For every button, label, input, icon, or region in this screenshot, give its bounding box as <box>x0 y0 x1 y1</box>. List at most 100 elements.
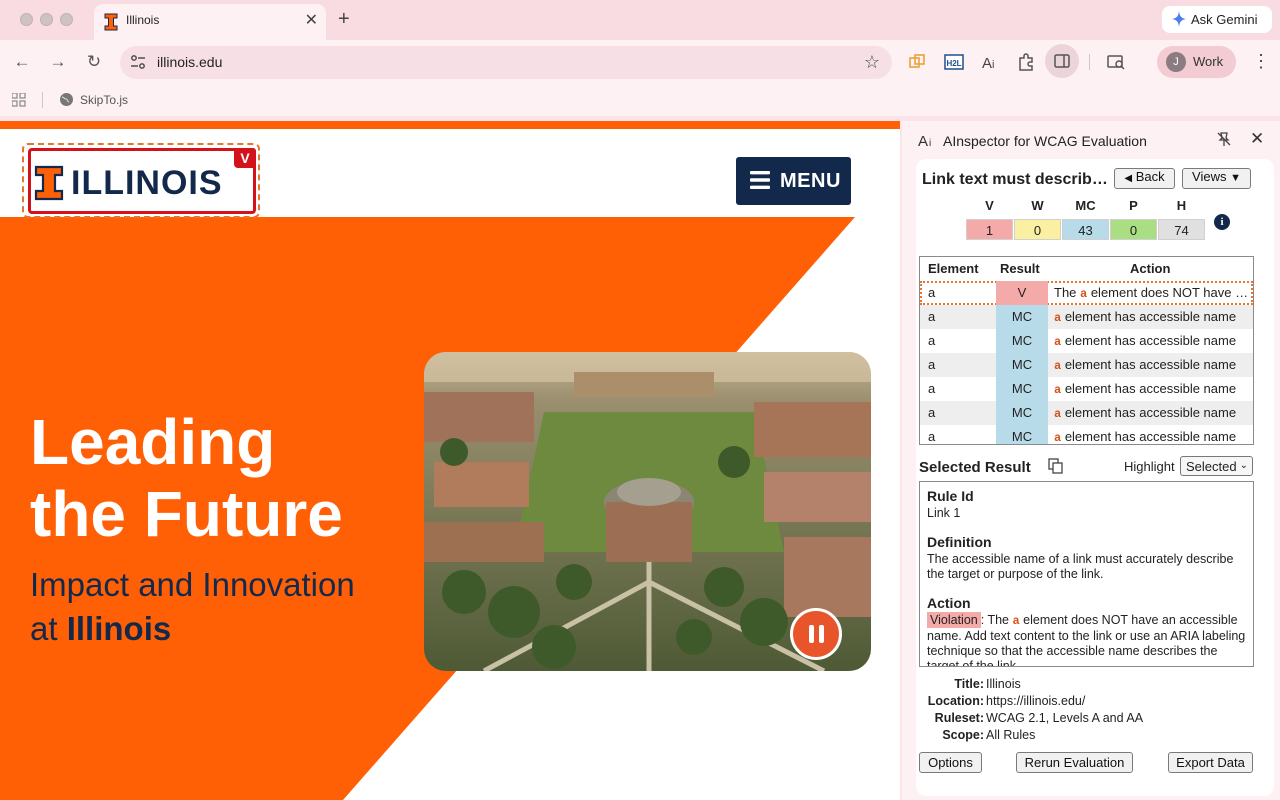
browser-tab[interactable]: Illinois ✕ <box>94 4 326 40</box>
row-action: a element has accessible name <box>1054 381 1237 397</box>
more-menu-icon[interactable]: ⋮ <box>1252 52 1270 70</box>
rule-title: Link text must describ… <box>922 171 1108 188</box>
row-action: a element has accessible name <box>1054 357 1237 373</box>
rule-results-grid: Element Result Action a V The a element do… <box>919 256 1254 445</box>
table-row[interactable]: a MC a element has accessible name <box>920 425 1253 445</box>
bookmarks-bar: SkipTo.js <box>0 84 1280 116</box>
bookmark-star-icon[interactable]: ☆ <box>864 52 880 73</box>
globe-icon <box>60 93 73 106</box>
browser-toolbar: ← → ↻ illinois.edu ☆ H2L Ai J Work ⋮ <box>0 40 1280 84</box>
side-panel-header: Ai AInspector for WCAG Evaluation ✕ <box>902 121 1280 157</box>
side-panel-title: AInspector for WCAG Evaluation <box>943 133 1147 149</box>
side-panel-button[interactable] <box>1045 44 1079 78</box>
extension-overlap-icon[interactable] <box>907 52 927 72</box>
block-i-logo-icon <box>34 165 64 201</box>
svg-text:H2L: H2L <box>946 59 961 68</box>
side-panel-icon <box>1054 54 1070 68</box>
profile-name: Work <box>1193 54 1224 69</box>
row-action: The a element does NOT have an accessibl… <box>1054 285 1250 301</box>
bookmarks-divider <box>42 92 43 108</box>
illinois-favicon-icon <box>104 13 118 31</box>
info-icon[interactable]: i <box>1214 214 1230 230</box>
row-action: a element has accessible name <box>1054 429 1237 445</box>
row-action: a element has accessible name <box>1054 309 1237 325</box>
svg-text:i: i <box>929 138 931 149</box>
row-element: a <box>928 285 936 300</box>
violation-badge: V <box>234 148 256 168</box>
action-column-header[interactable]: Action <box>1130 261 1170 276</box>
table-row[interactable]: a MC a element has accessible name <box>920 401 1253 425</box>
tab-title: Illinois <box>126 13 160 27</box>
views-button[interactable]: Views ▼ <box>1182 168 1251 189</box>
row-element: a <box>928 357 936 372</box>
tab-search-icon[interactable] <box>1106 52 1126 72</box>
result-details: Rule Id Link 1 Definition The accessible… <box>919 481 1254 667</box>
menu-label: MENU <box>780 170 841 192</box>
close-tab-icon[interactable]: ✕ <box>305 12 318 30</box>
pause-video-button[interactable] <box>790 608 842 660</box>
ask-gemini-button[interactable]: Ask Gemini <box>1162 6 1272 33</box>
illinois-logo-link[interactable]: ILLINOIS V <box>28 148 256 214</box>
summary-h: H 74 <box>1158 197 1205 240</box>
row-element: a <box>928 309 936 324</box>
table-row[interactable]: a MC a element has accessible name <box>920 329 1253 353</box>
svg-text:i: i <box>992 59 994 71</box>
extension-ainspector-icon[interactable]: Ai <box>980 52 1000 72</box>
row-result: MC <box>996 305 1048 329</box>
row-result: MC <box>996 401 1048 425</box>
table-row[interactable]: a MC a element has accessible name <box>920 377 1253 401</box>
site-menu-button[interactable]: MENU <box>736 157 851 205</box>
apps-grid-icon[interactable] <box>12 93 26 107</box>
new-tab-icon[interactable]: + <box>338 8 350 30</box>
window-minimize-control[interactable] <box>40 13 53 26</box>
svg-text:A: A <box>918 133 928 149</box>
result-column-header[interactable]: Result <box>1000 261 1040 276</box>
grid-header: Element Result Action <box>920 257 1253 281</box>
site-header: ILLINOIS V MENU <box>0 129 900 218</box>
definition-text: The accessible name of a link must accur… <box>927 552 1234 581</box>
options-button[interactable]: Options <box>919 752 982 773</box>
back-button[interactable]: ◀ Back <box>1114 168 1175 189</box>
highlight-select[interactable]: Selected ⌄ <box>1180 456 1253 476</box>
url-text[interactable]: illinois.edu <box>157 54 222 70</box>
ask-gemini-label: Ask Gemini <box>1191 12 1258 27</box>
eval-location: https://illinois.edu/ <box>986 694 1086 708</box>
extension-h2l-icon[interactable]: H2L <box>944 52 964 72</box>
element-column-header[interactable]: Element <box>928 261 979 276</box>
forward-arrow-icon[interactable]: → <box>48 52 68 72</box>
eval-scope: All Rules <box>986 728 1036 742</box>
definition-heading: Definition <box>927 534 992 550</box>
hero-heading: Leading the Future <box>30 406 343 550</box>
table-row[interactable]: a V The a element does NOT have an accessi… <box>920 281 1253 305</box>
eval-title: Illinois <box>986 677 1021 691</box>
ainspector-logo-icon: Ai <box>918 133 931 149</box>
rerun-evaluation-button[interactable]: Rerun Evaluation <box>1016 752 1133 773</box>
back-arrow-icon[interactable]: ← <box>12 52 32 72</box>
unpin-icon[interactable] <box>1216 131 1232 147</box>
table-row[interactable]: a MC a element has accessible name <box>920 353 1253 377</box>
row-element: a <box>928 381 936 396</box>
address-bar[interactable]: illinois.edu ☆ <box>120 46 892 79</box>
row-action: a element has accessible name <box>1054 405 1237 421</box>
extensions-puzzle-icon[interactable] <box>1016 52 1036 72</box>
summary-w: W0 <box>1014 197 1061 240</box>
close-panel-icon[interactable]: ✕ <box>1250 130 1264 148</box>
window-zoom-control[interactable] <box>60 13 73 26</box>
summary-p: P0 <box>1110 197 1157 240</box>
page-top-stripe <box>0 121 900 129</box>
svg-text:A: A <box>982 55 992 72</box>
eval-ruleset: WCAG 2.1, Levels A and AA <box>986 711 1144 725</box>
table-row[interactable]: a MC a element has accessible name <box>920 305 1253 329</box>
tab-bar: Illinois ✕ + Ask Gemini <box>0 0 1280 40</box>
export-data-button[interactable]: Export Data <box>1168 752 1253 773</box>
reload-icon[interactable]: ↻ <box>84 52 104 72</box>
row-result: MC <box>996 329 1048 353</box>
logo-focus-outline: ILLINOIS V <box>22 143 260 218</box>
window-close-control[interactable] <box>20 13 33 26</box>
copy-icon[interactable] <box>1048 458 1064 474</box>
hero-subheading: Impact and Innovation at Illinois <box>30 566 355 647</box>
bookmark-label: SkipTo.js <box>80 93 129 107</box>
profile-button[interactable]: J Work <box>1157 46 1236 78</box>
violation-label: Violation <box>927 612 981 628</box>
ainspector-content: Link text must describ… ◀ Back Views ▼ V… <box>916 159 1274 796</box>
